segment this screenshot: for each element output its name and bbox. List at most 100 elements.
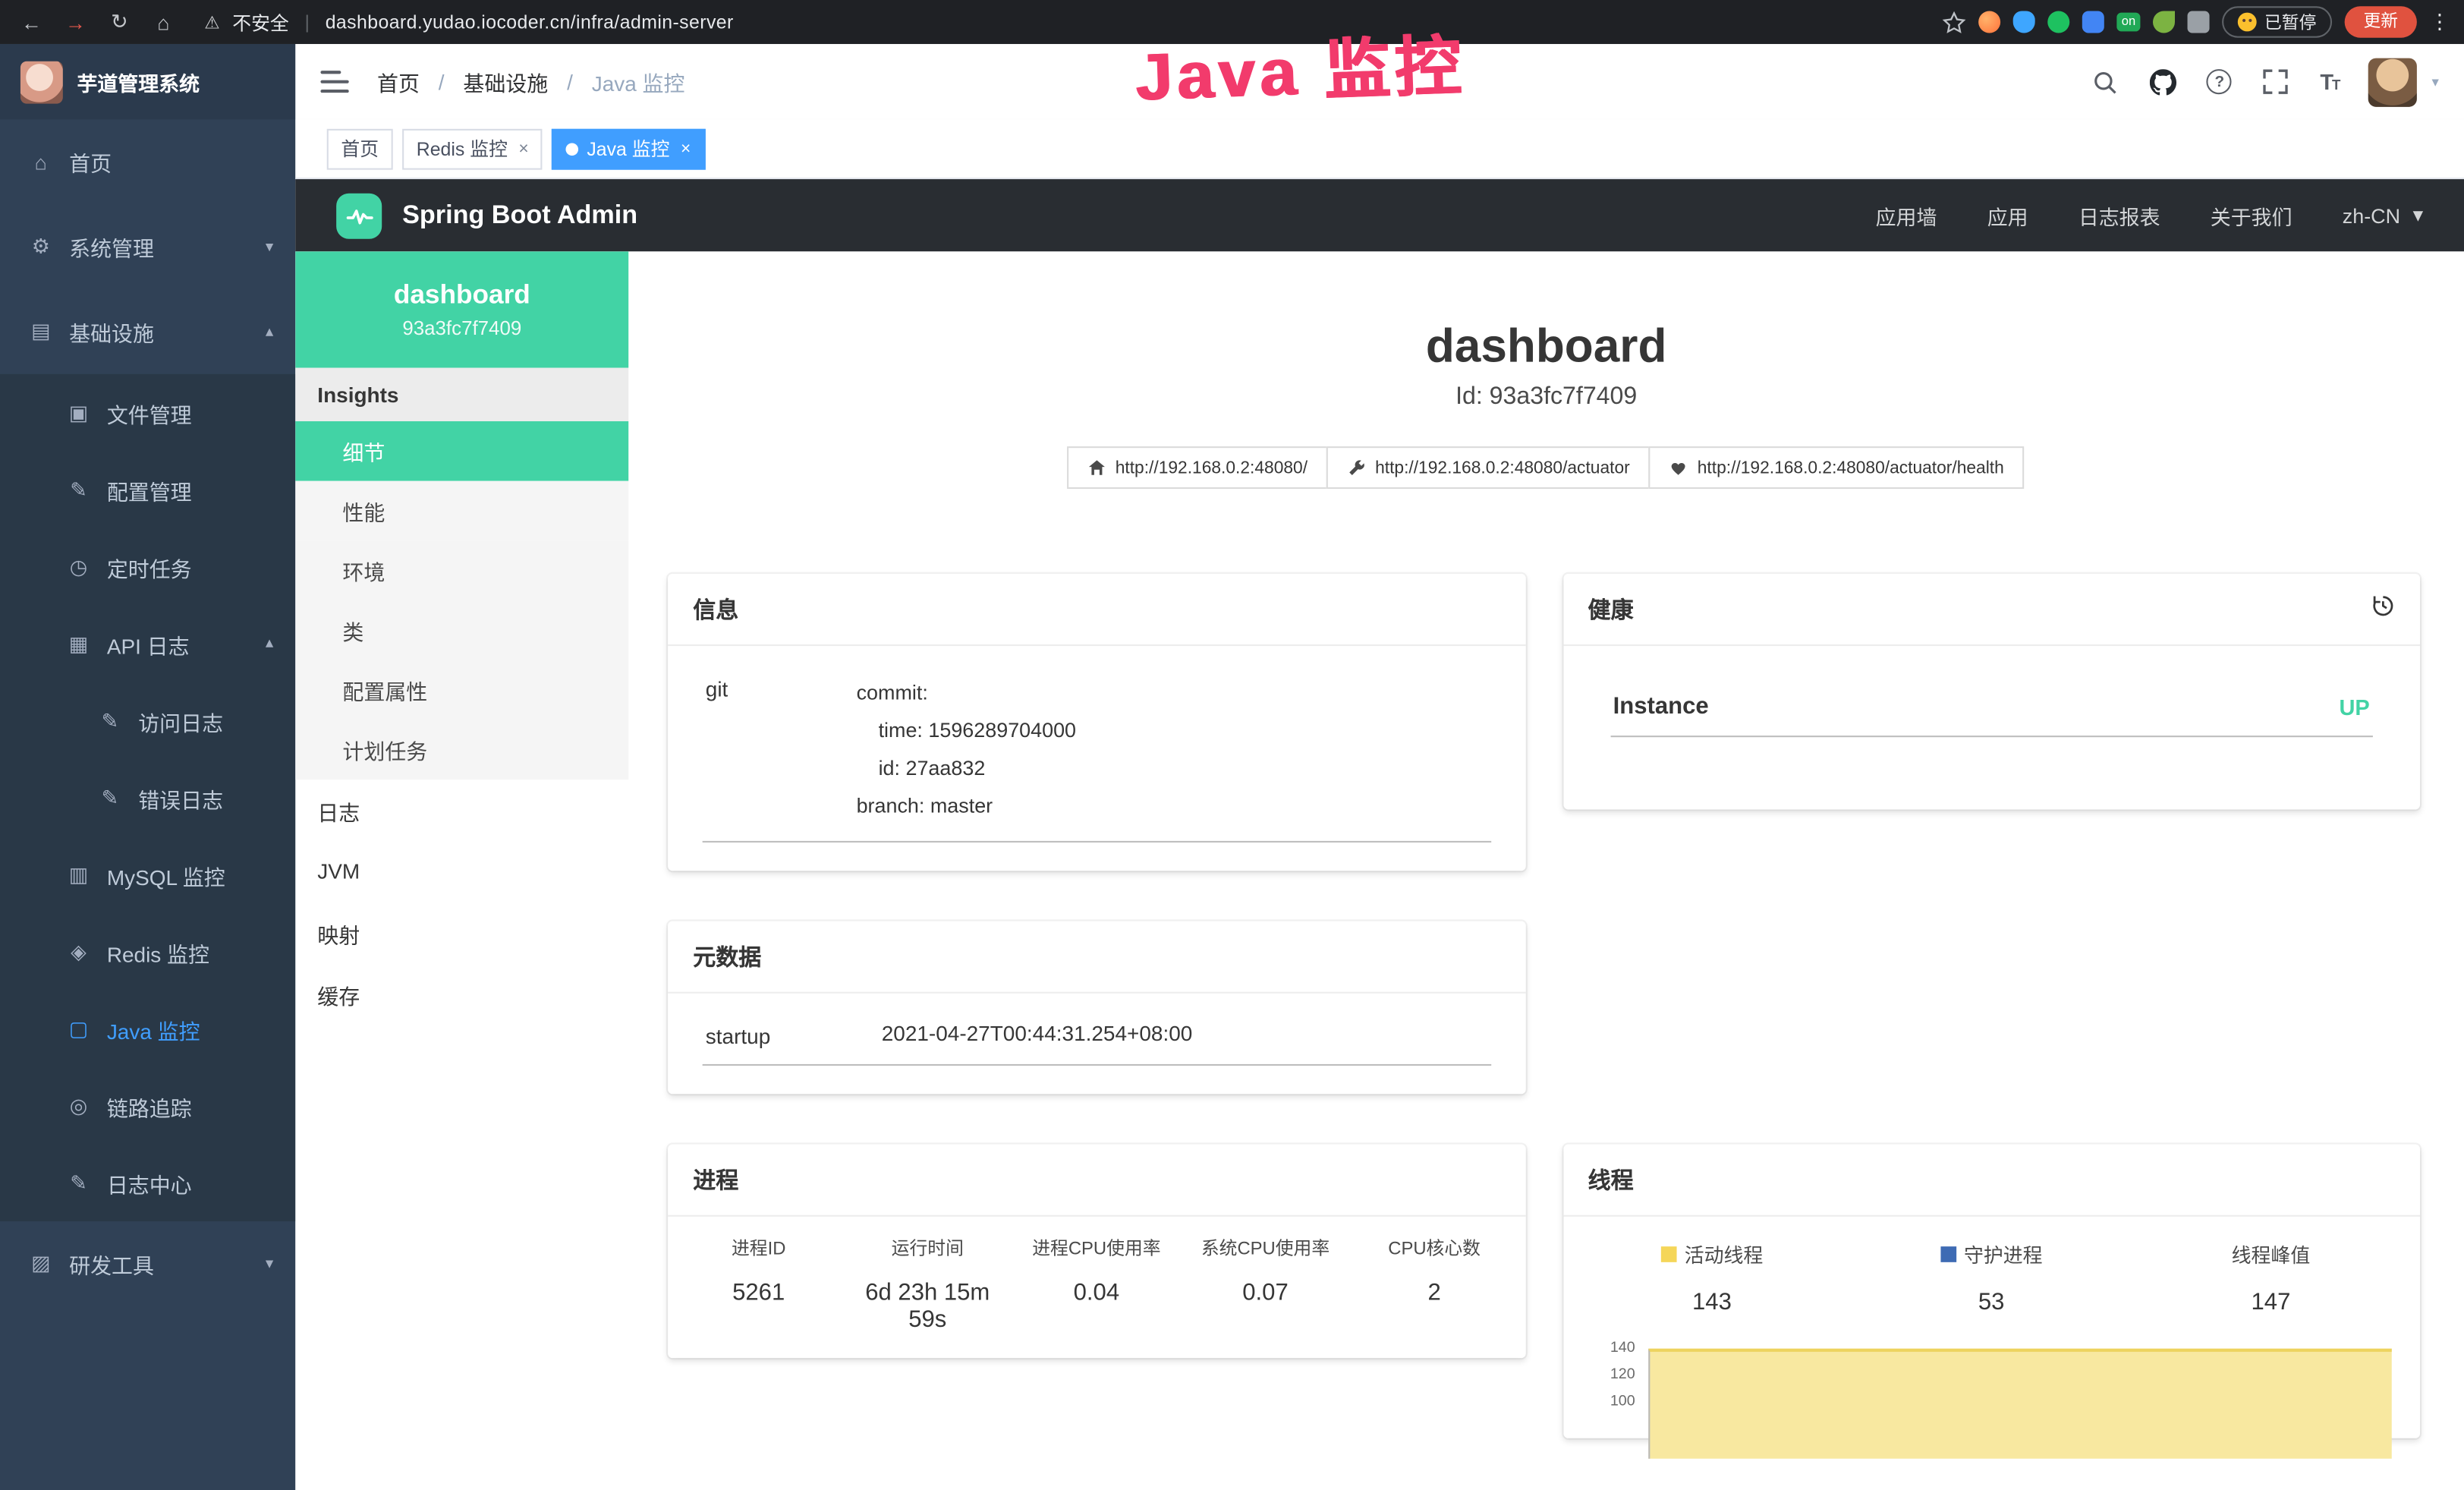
browser-forward-icon[interactable]: → (60, 10, 91, 33)
sidebar-item-home[interactable]: ⌂ 首页 (0, 119, 295, 204)
browser-home-icon[interactable]: ⌂ (148, 10, 179, 33)
sba-nav-about[interactable]: 关于我们 (2211, 200, 2292, 230)
sidebar-item-api-logs[interactable]: ▦ API 日志 ▴ (0, 605, 295, 682)
eye-icon: ◎ (66, 1093, 91, 1118)
sba-item-scheduled-tasks[interactable]: 计划任务 (295, 720, 628, 780)
github-icon[interactable] (2149, 68, 2177, 96)
process-col-system-cpu: 系统CPU使用率 0.07 (1181, 1236, 1350, 1333)
tab-redis-monitor[interactable]: Redis 监控 × (402, 128, 543, 169)
sba-section-insights: Insights (295, 368, 628, 421)
paused-badge[interactable]: 已暂停 (2222, 6, 2332, 37)
tab-java-monitor[interactable]: Java 监控 × (552, 128, 705, 169)
sidebar-item-dev-tools[interactable]: ▨ 研发工具 ▾ (0, 1221, 295, 1306)
browser-menu-kebab-icon[interactable]: ⋮ (2429, 9, 2448, 34)
sba-item-caches[interactable]: 缓存 (295, 963, 628, 1025)
extensions-puzzle-icon[interactable] (2188, 11, 2210, 33)
sidebar-item-java-monitor[interactable]: ▢ Java 监控 (0, 991, 295, 1067)
sidebar-item-access-logs[interactable]: ✎ 访问日志 (0, 682, 295, 759)
sba-nav-applications[interactable]: 应用 (1987, 200, 2028, 230)
tab-home[interactable]: 首页 (327, 128, 393, 169)
health-url: http://192.168.0.2:48080/actuator/health (1698, 458, 2004, 477)
sba-brand-title: Spring Boot Admin (402, 200, 637, 230)
sba-item-details[interactable]: 细节 (295, 421, 628, 481)
security-warning-label[interactable]: 不安全 (232, 8, 289, 35)
sidebar-item-label: 链路追踪 (107, 1090, 192, 1121)
sba-item-environment[interactable]: 环境 (295, 540, 628, 600)
database-icon: ▥ (66, 862, 91, 887)
git-time-line: time: 1596289704000 (857, 712, 1487, 750)
sidebar-item-scheduled-jobs[interactable]: ◷ 定时任务 (0, 528, 295, 605)
extension-green-icon[interactable] (2047, 11, 2069, 33)
instance-id: 93a3fc7f7409 (402, 317, 521, 339)
sidebar-item-mysql-monitor[interactable]: ▥ MySQL 监控 (0, 836, 295, 913)
paused-badge-label: 已暂停 (2264, 9, 2316, 34)
sba-nav-wall[interactable]: 应用墙 (1876, 200, 1937, 230)
search-icon[interactable] (2091, 68, 2119, 96)
sba-nav-journal[interactable]: 日志报表 (2079, 200, 2160, 230)
sidebar-item-redis-monitor[interactable]: ◈ Redis 监控 (0, 913, 295, 990)
breadcrumb-separator: / (439, 70, 445, 93)
legend-peak-threads: 线程峰值 147 (2131, 1239, 2410, 1315)
fullscreen-icon[interactable] (2262, 68, 2290, 96)
sidebar-item-error-logs[interactable]: ✎ 错误日志 (0, 759, 295, 836)
process-col-pid: 进程ID 5261 (674, 1236, 843, 1333)
extension-on-badge[interactable]: on (2117, 13, 2141, 32)
font-size-icon[interactable]: TT (2320, 69, 2339, 94)
health-instance-row: Instance UP (1610, 684, 2373, 737)
sba-item-config-props[interactable]: 配置属性 (295, 660, 628, 720)
y-axis-tick: 100 (1591, 1393, 1635, 1410)
sidebar-item-tracing[interactable]: ◎ 链路追踪 (0, 1067, 295, 1144)
health-url-link[interactable]: http://192.168.0.2:48080/actuator/health (1649, 446, 2025, 489)
extension-leaf-icon[interactable] (2153, 11, 2175, 33)
sba-item-logs[interactable]: 日志 (295, 780, 628, 841)
sba-item-metrics[interactable]: 性能 (295, 481, 628, 541)
y-axis-tick: 120 (1591, 1366, 1635, 1384)
sidebar-item-label: 研发工具 (69, 1248, 154, 1279)
sidebar-item-system-mgmt[interactable]: ⚙ 系统管理 ▾ (0, 204, 295, 289)
sba-instance-header[interactable]: dashboard 93a3fc7f7409 (295, 251, 628, 367)
service-url-link[interactable]: http://192.168.0.2:48080/ (1067, 446, 1328, 489)
bookmark-star-icon[interactable] (1943, 10, 1966, 33)
sba-nav: 应用墙 应用 日志报表 关于我们 zh-CN ▾ (1876, 200, 2424, 230)
sidebar-logo-row[interactable]: 芋道管理系统 (0, 44, 295, 119)
sba-item-classes[interactable]: 类 (295, 600, 628, 660)
update-button[interactable]: 更新 (2345, 6, 2417, 37)
chevron-down-icon: ▾ (266, 1255, 273, 1273)
sba-locale-select[interactable]: zh-CN (2343, 203, 2400, 227)
extension-fox-icon[interactable] (1978, 11, 2000, 33)
gear-icon: ⚙ (28, 235, 53, 260)
actuator-url: http://192.168.0.2:48080/actuator (1375, 458, 1630, 477)
extension-grid-icon[interactable] (2082, 11, 2104, 33)
browser-back-icon[interactable]: ← (16, 10, 47, 33)
breadcrumb-section[interactable]: 基础设施 (463, 66, 548, 97)
breadcrumb-home[interactable]: 首页 (377, 66, 420, 97)
history-icon[interactable] (2371, 594, 2395, 624)
sidebar-item-file-mgmt[interactable]: ▣ 文件管理 (0, 374, 295, 451)
extension-drop-icon[interactable] (2013, 11, 2035, 33)
close-icon[interactable]: × (681, 139, 691, 158)
close-icon[interactable]: × (518, 139, 528, 158)
health-card-title: 健康 (1588, 593, 1634, 625)
tab-label: 首页 (341, 135, 379, 162)
help-icon[interactable]: ? (2207, 69, 2232, 94)
health-key: Instance (1613, 693, 1709, 720)
instance-links: http://192.168.0.2:48080/ http://192.168… (628, 446, 2464, 489)
sidebar-menu: ⌂ 首页 ⚙ 系统管理 ▾ ▤ 基础设施 ▴ ▣ 文件管理 (0, 119, 295, 1306)
cards-grid: 信息 git commit: time: 1596289704000 id: 2… (668, 574, 2420, 1438)
actuator-url-link[interactable]: http://192.168.0.2:48080/actuator (1326, 446, 1651, 489)
sidebar-item-infrastructure[interactable]: ▤ 基础设施 ▴ (0, 289, 295, 374)
metadata-value: 2021-04-27T00:44:31.254+08:00 (882, 1022, 1487, 1048)
avatar[interactable] (2369, 58, 2418, 106)
service-url: http://192.168.0.2:48080/ (1116, 458, 1308, 477)
sba-item-mappings[interactable]: 映射 (295, 903, 628, 964)
hamburger-icon[interactable] (320, 71, 348, 93)
sba-item-jvm[interactable]: JVM (295, 841, 628, 903)
address-bar-url[interactable]: dashboard.yudao.iocoder.cn/infra/admin-s… (326, 11, 734, 33)
home-icon: ⌂ (28, 150, 53, 174)
warning-triangle-icon[interactable]: ⚠ (204, 12, 219, 33)
sidebar-item-log-center[interactable]: ✎ 日志中心 (0, 1145, 295, 1221)
access-log-icon: ✎ (97, 708, 122, 733)
sba-main: dashboard Id: 93a3fc7f7409 http://192.16… (628, 251, 2464, 1490)
sidebar-item-config-mgmt[interactable]: ✎ 配置管理 (0, 451, 295, 528)
browser-refresh-icon[interactable]: ↻ (104, 9, 135, 34)
